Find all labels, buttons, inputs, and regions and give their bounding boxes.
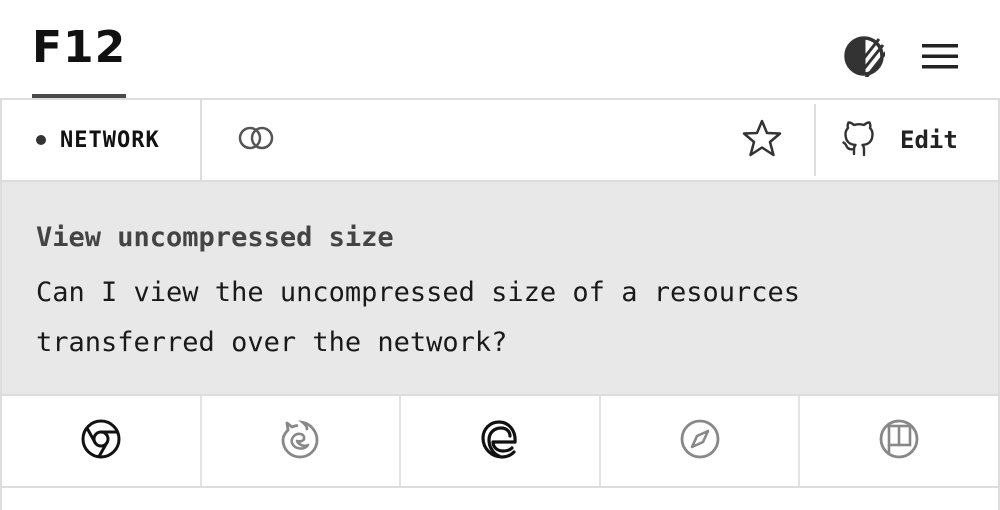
- question-panel: View uncompressed size Can I view the un…: [0, 182, 1000, 396]
- site-logo[interactable]: F12: [32, 24, 126, 72]
- firefox-icon: [279, 418, 321, 464]
- browser-safari[interactable]: [601, 396, 801, 486]
- github-icon: [842, 120, 876, 160]
- category-label: NETWORK: [60, 127, 160, 153]
- polypane-icon: [878, 418, 920, 464]
- next-section-edge: [0, 488, 1000, 510]
- chrome-icon: [80, 418, 122, 464]
- question-title: View uncompressed size: [36, 222, 394, 253]
- edit-on-github-button[interactable]: Edit: [814, 104, 998, 176]
- favorite-button[interactable]: [740, 118, 784, 162]
- category-tag-network[interactable]: NETWORK: [2, 100, 202, 180]
- browser-edge[interactable]: [401, 396, 601, 486]
- browser-firefox[interactable]: [202, 396, 402, 486]
- browser-support-row: [0, 394, 1000, 488]
- browser-chrome[interactable]: [2, 396, 202, 486]
- question-toolbar: NETWORK Edit: [0, 98, 1000, 182]
- menu-button[interactable]: [918, 36, 962, 80]
- contrast-icon: [843, 35, 885, 81]
- copy-link-button[interactable]: [234, 118, 278, 162]
- link-icon: [236, 124, 276, 156]
- theme-toggle-button[interactable]: [842, 36, 886, 80]
- safari-icon: [679, 418, 721, 464]
- edit-label: Edit: [900, 126, 958, 154]
- edge-icon: [479, 418, 521, 464]
- star-icon: [742, 118, 782, 162]
- site-header: F12: [0, 0, 1000, 100]
- hamburger-menu-icon: [920, 40, 960, 76]
- category-dot: [36, 135, 46, 145]
- question-text: Can I view the uncompressed size of a re…: [36, 277, 801, 358]
- browser-polypane[interactable]: [800, 396, 998, 486]
